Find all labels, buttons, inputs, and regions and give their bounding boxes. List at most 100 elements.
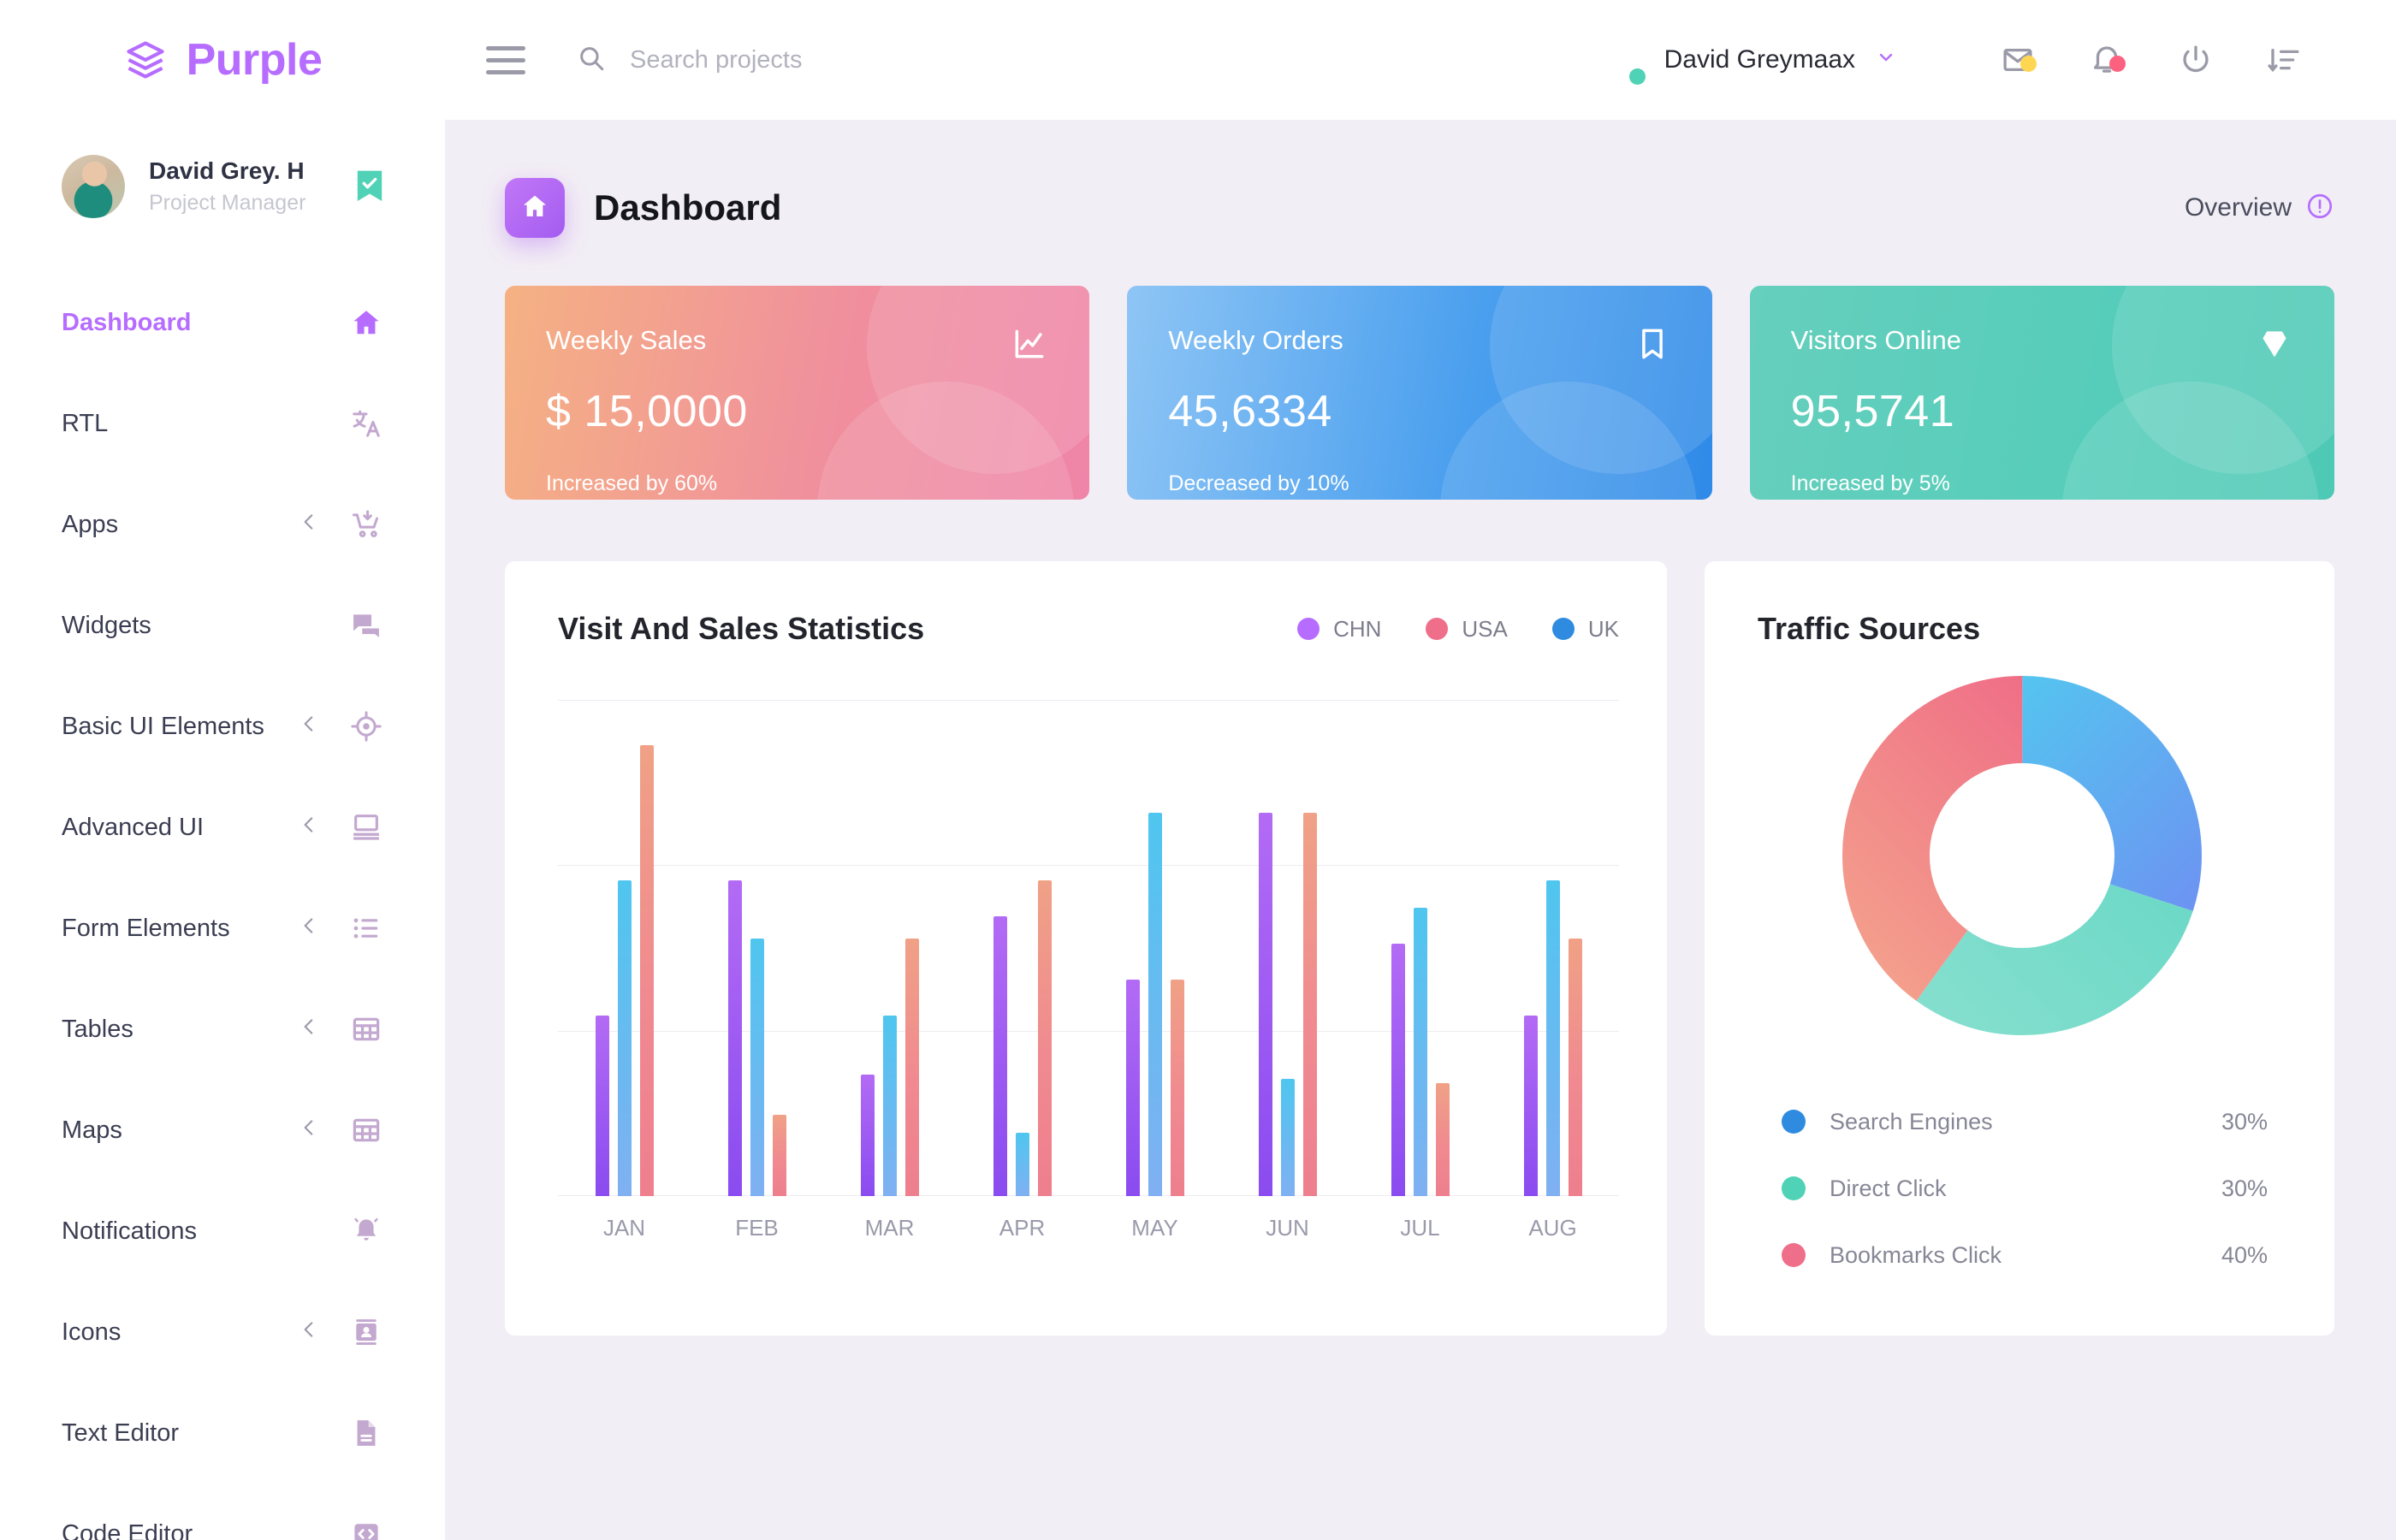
sidebar-item-basic-ui-elements[interactable]: Basic UI Elements [0,676,445,777]
legend-label: UK [1587,615,1619,642]
traffic-sources-panel: Traffic Sources Search Engines 30% Direc… [1705,561,2334,1336]
sort-list-button[interactable] [2240,42,2329,78]
bar-uk[interactable] [617,880,632,1196]
chart-legend: CHN USA UK [1297,616,1619,643]
chart-header: Visit And Sales Statistics CHN USA UK [558,611,1619,647]
sidebar-item-label: Notifications [62,1217,197,1245]
hamburger-icon[interactable] [486,45,525,74]
brand-logo-area[interactable]: Purple [0,0,445,120]
sidebar-item-maps[interactable]: Maps [0,1080,445,1181]
bar-usa[interactable] [772,1115,786,1196]
bar-usa[interactable] [1435,1083,1450,1196]
sidebar-item-code-editor[interactable]: Code Editor [0,1484,445,1540]
bar-usa[interactable] [1302,812,1317,1196]
bar-chn[interactable] [993,916,1007,1196]
overview-label: Overview [2184,193,2292,222]
bar-usa[interactable] [1568,939,1582,1196]
x-axis-label: MAR [864,1215,915,1241]
bar-usa[interactable] [1170,979,1184,1196]
bar-uk[interactable] [1280,1078,1295,1196]
bar-chn[interactable] [727,880,742,1196]
bar-uk[interactable] [1545,880,1560,1196]
bar-chn[interactable] [1125,979,1140,1196]
bar-uk[interactable] [1015,1133,1029,1196]
mail-button[interactable] [1973,42,2062,78]
bar-chart [558,700,1619,1196]
donut-segment-bookmarks-click[interactable] [1842,676,2202,1035]
bar-group [1486,700,1619,1196]
sidebar-item-label: Text Editor [62,1419,179,1447]
donut-header: Traffic Sources [1758,611,2286,647]
stat-card-visitors-online[interactable]: Visitors Online 95,5741 Increased by 5% [1749,286,2334,500]
chevron-left-icon [298,1016,320,1044]
stat-card-title: Visitors Online [1790,325,1961,355]
layers-icon [123,38,168,82]
bar-chn[interactable] [1391,943,1405,1196]
bar-uk[interactable] [1413,907,1427,1196]
stat-card-delta: Increased by 5% [1790,471,1950,495]
legend-row: Search Engines 30% [1782,1088,2268,1155]
sidebar-item-widgets[interactable]: Widgets [0,575,445,676]
bar-uk[interactable] [882,1016,897,1196]
legend-color-swatch [1551,618,1575,640]
sidebar-item-rtl[interactable]: RTL [0,373,445,474]
sidebar-item-tables[interactable]: Tables [0,979,445,1080]
list-icon [349,911,383,945]
sidebar-item-notifications[interactable]: Notifications [0,1181,445,1282]
sidebar-item-advanced-ui[interactable]: Advanced UI [0,777,445,878]
monitor-icon [349,810,383,844]
stat-card-delta: Decreased by 10% [1168,471,1349,495]
grid-icon [349,1113,383,1147]
stat-card-delta: Increased by 60% [546,471,718,495]
chevron-left-icon [298,511,320,539]
page-header: Dashboard Overview [505,169,2334,246]
bar-group [691,700,823,1196]
overview-link[interactable]: Overview [2185,192,2334,225]
sidebar-item-apps[interactable]: Apps [0,474,445,575]
home-icon [520,192,549,225]
diamond-icon [2256,325,2293,367]
x-axis-label: JUN [1266,1215,1309,1241]
chevron-left-icon [298,814,320,842]
sidebar-item-icons[interactable]: Icons [0,1282,445,1383]
bar-chn[interactable] [595,1016,609,1196]
bar-chn[interactable] [1523,1016,1538,1196]
user-menu[interactable]: David Greymaax [1591,33,1896,86]
bar-chn[interactable] [1258,812,1272,1196]
sidebar-profile[interactable]: David Grey. H Project Manager [0,139,445,234]
notifications-button[interactable] [2062,42,2151,78]
sidebar-item-label: Code Editor [62,1519,193,1540]
dashboard-app: Purple David Greymaax [0,0,2396,1540]
bar-uk[interactable] [1148,812,1162,1196]
legend-color-swatch [1426,618,1449,640]
bar-uk[interactable] [750,939,764,1196]
bar-usa[interactable] [1037,880,1052,1196]
power-button[interactable] [2151,42,2240,78]
search-area [577,44,1591,77]
sidebar-item-dashboard[interactable]: Dashboard [0,272,445,373]
bar-usa[interactable] [904,939,919,1196]
donut-chart [1758,676,2286,1035]
search-input[interactable] [630,45,1143,74]
stat-card-weekly-orders[interactable]: Weekly Orders 45,6334 Decreased by 10% [1127,286,1712,500]
chevron-left-icon [298,1318,320,1347]
bar-usa[interactable] [639,744,654,1196]
sidebar-item-label: Dashboard [62,308,192,336]
legend-label: Direct Click [1830,1175,1947,1201]
sidebar-item-label: Tables [62,1015,133,1043]
sidebar-item-label: RTL [62,409,109,437]
sidebar-item-form-elements[interactable]: Form Elements [0,878,445,979]
brand-name: Purple [186,35,323,85]
legend-item: UK [1551,615,1619,643]
avatar [1591,33,1646,86]
document-icon [349,1416,383,1450]
legend-value: 40% [2221,1241,2268,1268]
notification-badge [2109,56,2126,72]
sidebar-item-text-editor[interactable]: Text Editor [0,1383,445,1484]
panels-row: Visit And Sales Statistics CHN USA UK JA… [505,561,2334,1336]
legend-color-swatch [1297,618,1320,640]
bar-group [1221,700,1354,1196]
stat-card-weekly-sales[interactable]: Weekly Sales $ 15,0000 Increased by 60% [505,286,1090,500]
chat-icon [349,608,383,643]
bar-chn[interactable] [860,1074,875,1196]
